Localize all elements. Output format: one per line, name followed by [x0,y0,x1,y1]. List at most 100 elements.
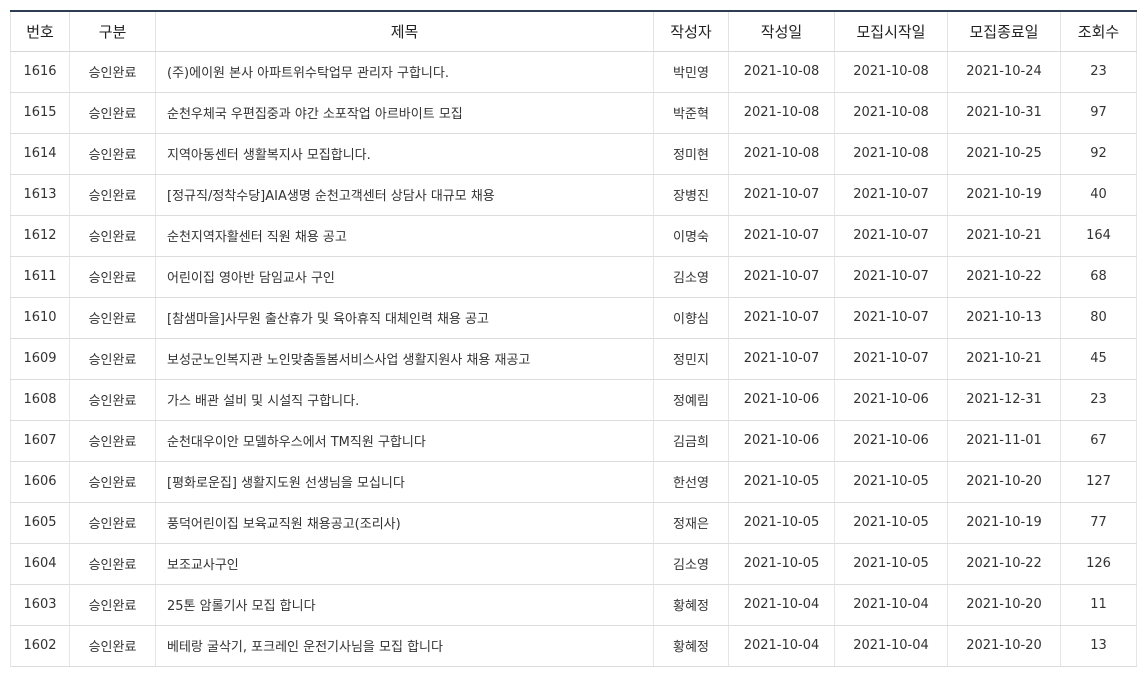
post-end-date-cell: 2021-11-01 [947,420,1061,462]
post-title-link[interactable]: [평화로운집] 생활지도원 선생님을 모십니다 [167,476,405,491]
post-number-cell: 1606 [10,461,70,503]
post-category-cell: 승인완료 [69,174,156,216]
table-row[interactable]: 1606 승인완료 [평화로운집] 생활지도원 선생님을 모십니다 한선영 2021-1… [10,461,1137,503]
post-end-date-cell: 2021-10-20 [947,461,1061,503]
post-end-date-cell: 2021-12-31 [947,379,1061,421]
post-category-cell: 승인완료 [69,256,156,298]
post-title-cell[interactable]: 베테랑 굴삭기, 포크레인 운전기사님을 모집 합니다 [155,625,654,667]
post-author-cell: 박민영 [653,51,729,93]
post-title-cell[interactable]: [평화로운집] 생활지도원 선생님을 모십니다 [155,461,654,503]
table-row[interactable]: 1613 승인완료 [정규직/정착수당]AIA생명 순천고객센터 상담사 대규모 채… [10,174,1137,216]
table-row[interactable]: 1611 승인완료 어린이집 영아반 담임교사 구인 김소영 2021-10-07 202… [10,256,1137,298]
job-board: 번호 구분 제목 작성자 작성일 모집시작일 모집종료일 조회수 1616 승인완… [10,10,1137,667]
post-views-cell: 126 [1060,543,1137,585]
table-row[interactable]: 1604 승인완료 보조교사구인 김소영 2021-10-05 2021-10-05 202… [10,543,1137,585]
post-title-cell[interactable]: 보조교사구인 [155,543,654,585]
table-row[interactable]: 1615 승인완료 순천우체국 우편집중과 야간 소포작업 아르바이트 모집 박준혁 2… [10,92,1137,134]
post-author-cell: 정미현 [653,133,729,175]
table-header-row: 번호 구분 제목 작성자 작성일 모집시작일 모집종료일 조회수 [10,10,1137,52]
table-row[interactable]: 1607 승인완료 순천대우이안 모델하우스에서 TM직원 구합니다 김금희 2021-… [10,420,1137,462]
post-category-cell: 승인완료 [69,502,156,544]
post-number-cell: 1610 [10,297,70,339]
post-title-link[interactable]: 순천지역자활센터 직원 채용 공고 [167,230,347,245]
table-row[interactable]: 1602 승인완료 베테랑 굴삭기, 포크레인 운전기사님을 모집 합니다 황혜정 20… [10,625,1137,667]
post-views-cell: 164 [1060,215,1137,257]
post-title-cell[interactable]: 순천지역자활센터 직원 채용 공고 [155,215,654,257]
post-written-date-cell: 2021-10-04 [728,584,835,626]
post-start-date-cell: 2021-10-07 [834,256,948,298]
table-row[interactable]: 1616 승인완료 (주)에이원 본사 아파트위수탁업무 관리자 구합니다. 박민영 2… [10,51,1137,93]
post-start-date-cell: 2021-10-08 [834,51,948,93]
table-row[interactable]: 1609 승인완료 보성군노인복지관 노인맞춤돌봄서비스사업 생활지원사 채용 재공… [10,338,1137,380]
post-number-cell: 1602 [10,625,70,667]
post-title-link[interactable]: (주)에이원 본사 아파트위수탁업무 관리자 구합니다. [167,66,449,81]
post-number-cell: 1614 [10,133,70,175]
post-category-cell: 승인완료 [69,625,156,667]
post-category-cell: 승인완료 [69,297,156,339]
post-views-cell: 13 [1060,625,1137,667]
post-written-date-cell: 2021-10-04 [728,625,835,667]
post-written-date-cell: 2021-10-08 [728,133,835,175]
post-title-link[interactable]: 25톤 암롤기사 모집 합니다 [167,599,316,614]
post-author-cell: 김금희 [653,420,729,462]
table-row[interactable]: 1608 승인완료 가스 배관 설비 및 시설직 구합니다. 정예림 2021-10-0… [10,379,1137,421]
post-title-link[interactable]: 베테랑 굴삭기, 포크레인 운전기사님을 모집 합니다 [167,640,443,655]
post-title-link[interactable]: 보성군노인복지관 노인맞춤돌봄서비스사업 생활지원사 채용 재공고 [167,353,530,368]
post-number-cell: 1615 [10,92,70,134]
post-number-cell: 1611 [10,256,70,298]
post-title-link[interactable]: 풍덕어린이집 보육교직원 채용공고(조리사) [167,517,401,532]
post-views-cell: 68 [1060,256,1137,298]
post-end-date-cell: 2021-10-22 [947,256,1061,298]
post-title-link[interactable]: 순천우체국 우편집중과 야간 소포작업 아르바이트 모집 [167,107,463,122]
post-title-cell[interactable]: 보성군노인복지관 노인맞춤돌봄서비스사업 생활지원사 채용 재공고 [155,338,654,380]
post-title-cell[interactable]: 풍덕어린이집 보육교직원 채용공고(조리사) [155,502,654,544]
post-views-cell: 40 [1060,174,1137,216]
post-written-date-cell: 2021-10-07 [728,338,835,380]
post-title-cell[interactable]: 지역아동센터 생활복지사 모집합니다. [155,133,654,175]
post-views-cell: 45 [1060,338,1137,380]
post-end-date-cell: 2021-10-21 [947,338,1061,380]
post-title-cell[interactable]: (주)에이원 본사 아파트위수탁업무 관리자 구합니다. [155,51,654,93]
post-title-link[interactable]: 가스 배관 설비 및 시설직 구합니다. [167,394,359,409]
post-title-link[interactable]: [정규직/정착수당]AIA생명 순천고객센터 상담사 대규모 채용 [167,189,495,204]
post-category-cell: 승인완료 [69,543,156,585]
post-title-link[interactable]: 보조교사구인 [167,558,239,573]
post-title-link[interactable]: 어린이집 영아반 담임교사 구인 [167,271,335,286]
table-row[interactable]: 1603 승인완료 25톤 암롤기사 모집 합니다 황혜정 2021-10-04 2021… [10,584,1137,626]
post-title-link[interactable]: 지역아동센터 생활복지사 모집합니다. [167,148,371,163]
table-row[interactable]: 1614 승인완료 지역아동센터 생활복지사 모집합니다. 정미현 2021-10-08… [10,133,1137,175]
post-title-cell[interactable]: [정규직/정착수당]AIA생명 순천고객센터 상담사 대규모 채용 [155,174,654,216]
post-written-date-cell: 2021-10-05 [728,543,835,585]
post-views-cell: 97 [1060,92,1137,134]
column-header-start-date: 모집시작일 [834,10,948,52]
post-number-cell: 1612 [10,215,70,257]
post-start-date-cell: 2021-10-04 [834,625,948,667]
post-title-cell[interactable]: 순천우체국 우편집중과 야간 소포작업 아르바이트 모집 [155,92,654,134]
post-views-cell: 127 [1060,461,1137,503]
table-row[interactable]: 1605 승인완료 풍덕어린이집 보육교직원 채용공고(조리사) 정재은 2021-10… [10,502,1137,544]
post-end-date-cell: 2021-10-22 [947,543,1061,585]
post-start-date-cell: 2021-10-07 [834,215,948,257]
post-category-cell: 승인완료 [69,92,156,134]
post-start-date-cell: 2021-10-07 [834,297,948,339]
post-views-cell: 77 [1060,502,1137,544]
post-start-date-cell: 2021-10-04 [834,584,948,626]
table-row[interactable]: 1612 승인완료 순천지역자활센터 직원 채용 공고 이명숙 2021-10-07 20… [10,215,1137,257]
post-title-cell[interactable]: 순천대우이안 모델하우스에서 TM직원 구합니다 [155,420,654,462]
column-header-category: 구분 [69,10,156,52]
post-number-cell: 1608 [10,379,70,421]
post-title-link[interactable]: 순천대우이안 모델하우스에서 TM직원 구합니다 [167,435,426,450]
column-header-author: 작성자 [653,10,729,52]
post-start-date-cell: 2021-10-07 [834,338,948,380]
post-title-cell[interactable]: 25톤 암롤기사 모집 합니다 [155,584,654,626]
post-views-cell: 11 [1060,584,1137,626]
post-title-link[interactable]: [참샘마을]사무원 출산휴가 및 육아휴직 대체인력 채용 공고 [167,312,489,327]
column-header-written-date: 작성일 [728,10,835,52]
post-author-cell: 황혜정 [653,625,729,667]
post-category-cell: 승인완료 [69,379,156,421]
post-author-cell: 정민지 [653,338,729,380]
post-title-cell[interactable]: [참샘마을]사무원 출산휴가 및 육아휴직 대체인력 채용 공고 [155,297,654,339]
post-title-cell[interactable]: 가스 배관 설비 및 시설직 구합니다. [155,379,654,421]
post-title-cell[interactable]: 어린이집 영아반 담임교사 구인 [155,256,654,298]
table-row[interactable]: 1610 승인완료 [참샘마을]사무원 출산휴가 및 육아휴직 대체인력 채용 공고… [10,297,1137,339]
